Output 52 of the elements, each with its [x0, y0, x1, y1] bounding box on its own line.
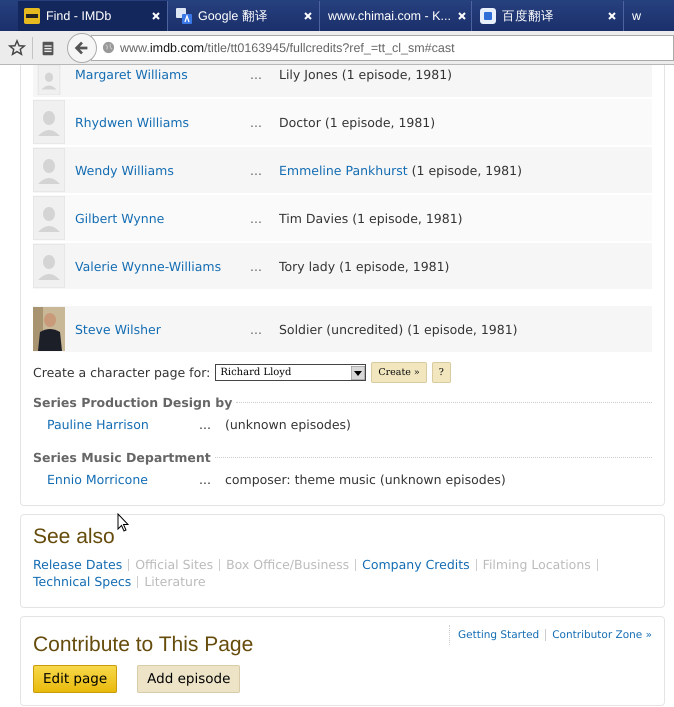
- dropdown-arrow-icon: [351, 366, 366, 380]
- crew-name-link[interactable]: Pauline Harrison: [47, 416, 199, 432]
- crew-name-link[interactable]: Ennio Morricone: [47, 472, 199, 486]
- section-title: See also: [33, 525, 116, 549]
- character-credit: Soldier (uncredited) (1 episode, 1981): [279, 322, 518, 336]
- section-title: Contribute to This Page: [33, 633, 254, 657]
- see-also-link[interactable]: Release Dates: [33, 557, 122, 572]
- section-heading: Series Music Department: [33, 450, 211, 465]
- ellipsis: ...: [250, 67, 263, 82]
- cast-name-link[interactable]: Gilbert Wynne: [75, 210, 250, 226]
- close-icon[interactable]: [303, 11, 313, 21]
- address-bar[interactable]: www.imdb.com/title/tt0163945/fullcredits?ref_=tt_cl_sm#cast: [91, 34, 674, 60]
- globe-icon: [102, 41, 115, 54]
- ellipsis: ...: [199, 416, 212, 432]
- crew-credit: composer: theme music (unknown episodes): [225, 472, 506, 486]
- crew-credit: (unknown episodes): [225, 416, 351, 432]
- close-icon[interactable]: [607, 11, 617, 21]
- cast-name-link[interactable]: Margaret Williams: [75, 67, 250, 82]
- character-credit: Lily Jones (1 episode, 1981): [279, 67, 452, 82]
- star-icon[interactable]: [8, 38, 26, 56]
- back-button[interactable]: [67, 32, 97, 62]
- see-also-link[interactable]: Technical Specs: [33, 574, 132, 589]
- close-icon[interactable]: [456, 11, 467, 21]
- ellipsis: ...: [250, 162, 263, 178]
- character-credit: Tim Davies (1 episode, 1981): [279, 210, 463, 226]
- ellipsis: ...: [250, 210, 263, 226]
- url-text: www.imdb.com/title/tt0163945/fullcredits?ref_=tt_cl_sm#cast: [120, 40, 455, 54]
- cast-name-link[interactable]: Steve Wilsher: [75, 322, 250, 336]
- browser-tab[interactable]: Find - IMDb: [18, 1, 168, 31]
- contributor-link[interactable]: Contributor Zone »: [552, 629, 652, 641]
- character-page-label: Create a character page for:: [33, 365, 210, 380]
- character-credit: Emmeline Pankhurst (1 episode, 1981): [279, 162, 522, 178]
- create-button[interactable]: Create »: [371, 362, 427, 383]
- character-dropdown[interactable]: Richard Lloyd: [215, 364, 366, 381]
- ellipsis: ...: [250, 258, 263, 274]
- help-button[interactable]: ?: [432, 362, 451, 383]
- translate-icon: [176, 8, 192, 24]
- edit-page-button[interactable]: Edit page: [33, 665, 118, 693]
- contributor-link[interactable]: Getting Started: [458, 629, 540, 641]
- ellipsis: ...: [250, 114, 263, 130]
- add-episode-button[interactable]: Add episode: [137, 665, 240, 693]
- ellipsis: ...: [250, 322, 263, 336]
- cast-name-link[interactable]: Rhydwen Williams: [75, 114, 250, 130]
- cast-name-link[interactable]: Valerie Wynne-Williams: [75, 258, 250, 274]
- ellipsis: ...: [199, 472, 212, 486]
- see-also-link[interactable]: Company Credits: [362, 557, 470, 572]
- section-heading: Series Production Design by: [33, 395, 232, 410]
- character-link[interactable]: Emmeline Pankhurst: [279, 162, 408, 178]
- cast-name-link[interactable]: Wendy Williams: [75, 162, 250, 178]
- close-icon[interactable]: [151, 11, 161, 21]
- character-credit: Tory lady (1 episode, 1981): [279, 258, 450, 274]
- character-credit: Doctor (1 episode, 1981): [279, 114, 436, 130]
